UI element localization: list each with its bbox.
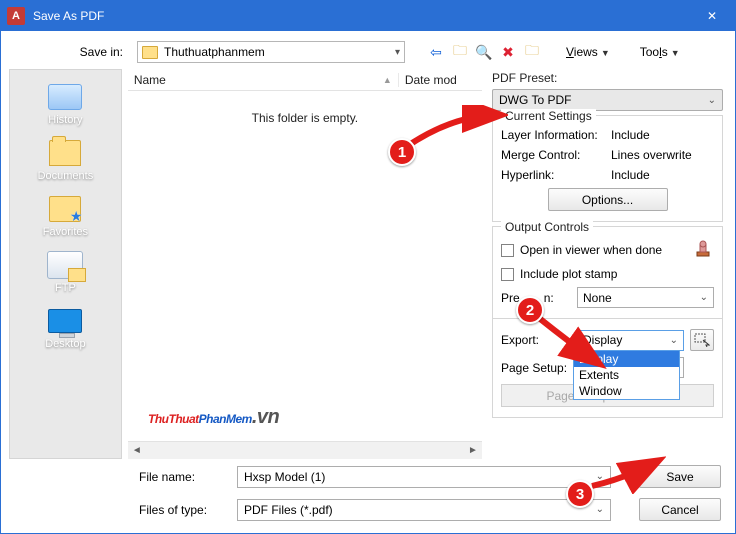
output-controls-group: Output Controls Open in viewer when done… (492, 226, 723, 418)
new-folder-icon[interactable]: 🗀 (523, 43, 541, 61)
open-in-viewer-checkbox[interactable] (501, 244, 514, 257)
current-settings-group: Current Settings Layer Information:Inclu… (492, 115, 723, 222)
plot-stamp-settings-icon[interactable] (692, 239, 714, 261)
file-name-label: File name: (139, 470, 229, 484)
chevron-down-icon: ⌄ (596, 504, 604, 515)
chevron-down-icon: ⌄ (708, 95, 716, 106)
pdf-preset-label: PDF Preset: (492, 71, 723, 85)
save-in-dropdown[interactable]: Thuthuatphanmem ▾ (137, 41, 405, 63)
sidebar-item-documents[interactable]: Documents (10, 132, 121, 184)
pdf-options-panel: PDF Preset: DWG To PDF ⌄ Current Setting… (488, 69, 727, 459)
sidebar-item-favorites[interactable]: Favorites (10, 188, 121, 240)
favorites-icon (49, 196, 81, 222)
precision-label: Precision: (501, 291, 571, 305)
folder-icon (142, 46, 158, 59)
cancel-button[interactable]: Cancel (639, 498, 721, 521)
save-in-label: Save in: (9, 45, 129, 59)
save-button[interactable]: Save (639, 465, 721, 488)
pdf-preset-value: DWG To PDF (499, 93, 571, 107)
views-menu[interactable]: VViewsiews▼ (561, 42, 615, 62)
column-name[interactable]: Name▲ (128, 73, 398, 87)
sidebar-item-ftp[interactable]: FTP (10, 244, 121, 296)
export-dropdown-list[interactable]: Display Extents Window (573, 350, 680, 400)
file-name-value: Hxsp Model (1) (244, 470, 325, 484)
merge-control-value: Lines overwrite (611, 148, 692, 162)
chevron-down-icon: ⌄ (670, 335, 678, 346)
hyperlink-label: Hyperlink: (501, 168, 611, 182)
sidebar-item-label: Documents (38, 170, 94, 182)
hyperlink-value: Include (611, 168, 650, 182)
up-folder-icon[interactable]: 🗀 (451, 43, 469, 61)
precision-dropdown[interactable]: None ⌄ (577, 287, 714, 308)
options-button[interactable]: Options... (548, 188, 668, 211)
column-date[interactable]: Date mod (398, 73, 482, 87)
export-dropdown[interactable]: Display ⌄ (577, 330, 684, 351)
watermark: ThuThuatPhanMem.vn (148, 402, 279, 429)
sidebar-item-desktop[interactable]: Desktop (10, 300, 121, 352)
autocad-app-icon: A (7, 7, 25, 25)
tools-menu[interactable]: Tools▼ (635, 42, 685, 62)
save-as-pdf-window: A Save As PDF ✕ Save in: Thuthuatphanmem… (0, 0, 736, 534)
sort-asc-icon: ▲ (383, 75, 392, 85)
sidebar-item-label: Favorites (43, 226, 88, 238)
layer-info-label: Layer Information: (501, 128, 611, 142)
export-option-window[interactable]: Window (574, 383, 679, 399)
file-list[interactable]: Name▲ Date mod This folder is empty. (128, 69, 482, 441)
window-title: Save As PDF (33, 9, 104, 23)
delete-icon[interactable]: ✖ (499, 43, 517, 61)
files-of-type-dropdown[interactable]: PDF Files (*.pdf) ⌄ (237, 499, 611, 521)
search-web-icon[interactable]: 🔍 (475, 43, 493, 61)
file-name-input[interactable]: Hxsp Model (1) ⌄ (237, 466, 611, 488)
include-plot-stamp-label: Include plot stamp (520, 267, 617, 281)
desktop-icon (48, 309, 82, 333)
open-in-viewer-label: Open in viewer when done (520, 243, 662, 257)
sidebar-item-label: FTP (55, 282, 76, 294)
sidebar-item-label: Desktop (45, 338, 85, 350)
precision-value: None (583, 291, 612, 305)
files-of-type-value: PDF Files (*.pdf) (244, 503, 333, 517)
current-settings-title: Current Settings (501, 109, 596, 123)
include-plot-stamp-checkbox[interactable] (501, 268, 514, 281)
chevron-down-icon: ⌄ (700, 292, 708, 303)
empty-folder-message: This folder is empty. (128, 91, 482, 125)
export-value: Display (583, 333, 622, 347)
window-select-button[interactable] (690, 329, 714, 351)
chevron-down-icon: ▼ (671, 48, 680, 58)
merge-control-label: Merge Control: (501, 148, 611, 162)
file-list-header: Name▲ Date mod (128, 69, 482, 91)
export-option-display[interactable]: Display (574, 351, 679, 367)
save-in-row: Save in: Thuthuatphanmem ▾ ⇦ 🗀 🔍 ✖ 🗀 VVi… (9, 41, 727, 69)
scroll-left-icon[interactable]: ◄ (128, 443, 146, 459)
close-button[interactable]: ✕ (689, 1, 735, 31)
ftp-icon (47, 251, 83, 279)
horizontal-scrollbar[interactable]: ◄ ► (128, 441, 482, 459)
close-icon: ✕ (707, 9, 717, 23)
layer-info-value: Include (611, 128, 650, 142)
documents-icon (49, 140, 81, 166)
sidebar-item-history[interactable]: History (10, 76, 121, 128)
back-icon[interactable]: ⇦ (427, 43, 445, 61)
chevron-down-icon: ▼ (601, 48, 610, 58)
export-option-extents[interactable]: Extents (574, 367, 679, 383)
output-controls-title: Output Controls (501, 220, 593, 234)
page-setup-label: Page Setup: (501, 361, 571, 375)
scroll-right-icon[interactable]: ► (464, 443, 482, 459)
window-select-icon (694, 333, 710, 347)
chevron-down-icon: ⌄ (596, 471, 604, 482)
pdf-preset-dropdown[interactable]: DWG To PDF ⌄ (492, 89, 723, 111)
sidebar-item-label: History (48, 114, 82, 126)
places-sidebar: History Documents Favorites FTP Desktop (9, 69, 122, 459)
chevron-down-icon: ▾ (395, 47, 400, 58)
history-icon (48, 84, 82, 110)
save-in-value: Thuthuatphanmem (164, 45, 265, 59)
export-label: Export: (501, 333, 571, 347)
titlebar: A Save As PDF ✕ (1, 1, 735, 31)
files-of-type-label: Files of type: (139, 503, 229, 517)
